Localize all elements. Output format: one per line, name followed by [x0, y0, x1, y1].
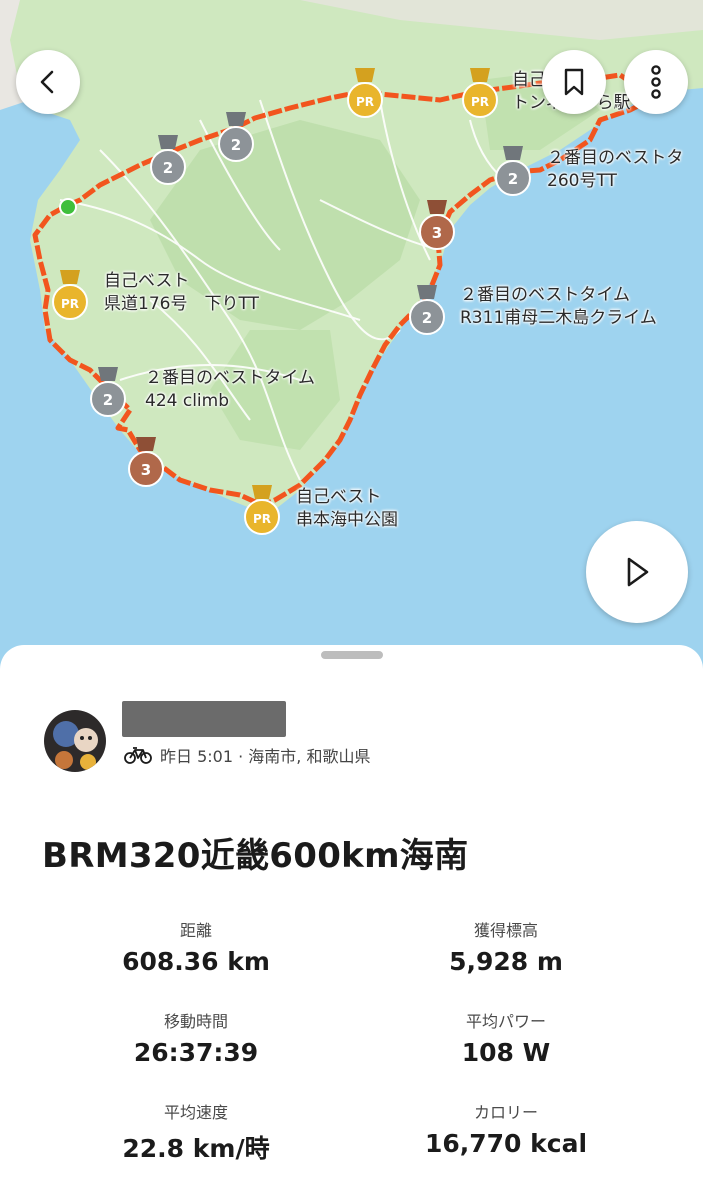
segment-label: ２番目のベストタイム R311甫母二木島クライム [460, 284, 657, 330]
third-best-medal-icon[interactable]: 3 [126, 435, 166, 491]
play-icon [627, 557, 649, 587]
bookmark-button[interactable] [542, 50, 606, 114]
stat-label: 距離 [179, 921, 212, 940]
start-point [59, 198, 77, 216]
bookmark-icon [564, 68, 584, 96]
segment-line: 串本海中公園 [296, 510, 398, 530]
avatar[interactable] [44, 710, 106, 772]
back-button[interactable] [16, 50, 80, 114]
pr-medal-icon[interactable]: PR [242, 483, 282, 539]
more-vertical-icon [651, 65, 661, 99]
second-best-medal-icon[interactable]: 2 [148, 133, 188, 189]
activity-sheet: 昨日 5:01 · 海南市, 和歌山県 BRM320近畿600km海南 距離 6… [0, 645, 703, 1200]
more-button[interactable] [624, 50, 688, 114]
chevron-left-icon [40, 70, 54, 94]
sheet-handle[interactable] [321, 651, 383, 659]
second-best-medal-icon[interactable]: 2 [493, 144, 533, 200]
stat-label: 獲得標高 [473, 921, 538, 940]
activity-title: BRM320近畿600km海南 [42, 836, 469, 876]
segment-label: 自己ベスト串本海中公園 [296, 486, 398, 532]
pr-medal-icon[interactable]: PR [50, 268, 90, 324]
stat-avg-power: 平均パワー 108 W [356, 1008, 656, 1067]
activity-meta-text: 昨日 5:01 · 海南市, 和歌山県 [160, 747, 371, 766]
redacted-athlete-name [122, 701, 286, 737]
route-map[interactable]: PR PR PR PR 2 2 2 2 2 3 3 自己ベストトンネルか [0, 0, 703, 680]
segment-line: ２番目のベストタ [547, 148, 684, 168]
segment-label: 自己ベスト県道176号 下りTT [104, 270, 259, 316]
second-best-medal-icon[interactable]: 2 [216, 110, 256, 166]
segment-label: ２番目のベストタ 260号TT [547, 147, 683, 193]
segment-line: 自己ベスト [296, 487, 382, 507]
stat-moving-time: 移動時間 26:37:39 [46, 1008, 346, 1067]
segment-line: 自己ベスト [104, 271, 190, 291]
segment-line: R311甫母二木島クライム [460, 308, 657, 328]
play-flyover-button[interactable] [586, 521, 688, 623]
stat-value: 26:37:39 [133, 1038, 259, 1067]
pr-medal-icon[interactable]: PR [345, 66, 385, 122]
stat-value: 608.36 km [122, 947, 270, 976]
stat-label: 平均パワー [465, 1012, 546, 1031]
stat-value: 16,770 kcal [424, 1129, 588, 1158]
stat-avg-speed: 平均速度 22.8 km/時 [46, 1099, 346, 1165]
segment-line: 424 climb [145, 391, 229, 411]
stat-label: 移動時間 [163, 1012, 228, 1031]
stat-label: 平均速度 [163, 1103, 228, 1122]
bike-icon [124, 747, 152, 764]
third-best-medal-icon[interactable]: 3 [417, 198, 457, 254]
stat-distance: 距離 608.36 km [46, 917, 346, 976]
stat-value: 5,928 m [449, 947, 563, 976]
activity-meta: 昨日 5:01 · 海南市, 和歌山県 [124, 743, 370, 767]
stat-elevation-gain: 獲得標高 5,928 m [356, 917, 656, 976]
pr-medal-icon[interactable]: PR [460, 66, 500, 122]
segment-line: ２番目のベストタイム [460, 285, 630, 305]
second-best-medal-icon[interactable]: 2 [407, 283, 447, 339]
segment-line: 260号TT [547, 171, 617, 191]
segment-line: 県道176号 下りTT [104, 294, 259, 314]
stat-calories: カロリー 16,770 kcal [356, 1099, 656, 1158]
stat-value: 108 W [461, 1038, 551, 1067]
stat-label: カロリー [473, 1103, 538, 1122]
segment-line: ２番目のベストタイム [145, 368, 315, 388]
second-best-medal-icon[interactable]: 2 [88, 365, 128, 421]
stat-value: 22.8 km/時 [122, 1134, 270, 1163]
segment-label: ２番目のベストタイム 424 climb [145, 367, 315, 413]
